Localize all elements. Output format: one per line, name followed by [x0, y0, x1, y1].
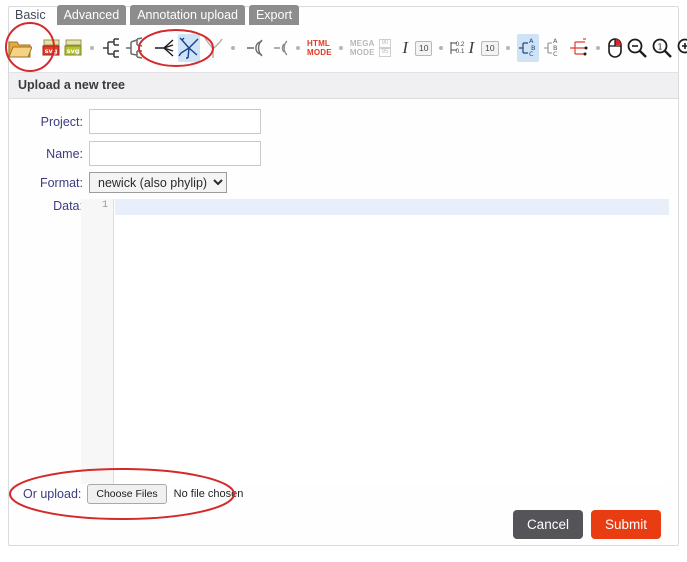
leaf-font-style-italic[interactable]: I [401, 34, 409, 62]
html-mode-toggle[interactable]: HTML MODE [307, 34, 332, 62]
branch-length-toggle[interactable]: 0.2 0.1 [450, 34, 465, 62]
svg-green-label: svg [67, 47, 80, 55]
cancel-button[interactable]: Cancel [512, 510, 583, 539]
circular-tree-icon[interactable] [242, 34, 264, 62]
branch-font-style-italic[interactable]: I [468, 34, 476, 62]
zoom-out-icon[interactable] [626, 34, 648, 62]
branch-font-size[interactable]: 10 [478, 34, 499, 62]
project-label: Project: [40, 114, 83, 129]
open-folder-icon[interactable] [8, 34, 32, 62]
unrooted-tree-icon[interactable] [178, 34, 200, 62]
name-label: Name: [46, 146, 83, 161]
tab-advanced[interactable]: Advanced [56, 5, 127, 25]
field-row-format: Format: newick (also phylip) [17, 172, 227, 193]
slanted-tree-icon[interactable] [124, 34, 144, 62]
field-row-project: Project: [17, 109, 261, 134]
leaf-font-size-value: 10 [414, 40, 433, 56]
format-select[interactable]: newick (also phylip) [89, 172, 227, 193]
field-row-name: Name: [17, 141, 261, 166]
tab-basic[interactable]: Basic [8, 5, 53, 25]
editor-active-line [115, 199, 669, 215]
mega-mode-toggle[interactable]: MEGA MODE 90 95 [350, 34, 392, 62]
zoom-reset-icon[interactable]: 1 [651, 34, 673, 62]
leaf-font-size[interactable]: 10 [412, 34, 433, 62]
branch-italic-label: I [468, 38, 475, 57]
branch-length-bottom: 0.1 [455, 48, 465, 55]
branch-font-size-value: 10 [481, 40, 499, 56]
toolbar-separator-1 [90, 46, 94, 50]
zoom-in-icon[interactable] [676, 34, 687, 62]
html-mode-label-top: HTML [307, 39, 331, 48]
svg-text:C: C [529, 50, 534, 58]
leaf-italic-label: I [402, 38, 408, 57]
radial-tree-icon[interactable] [203, 34, 224, 62]
toolbar-separator-5 [439, 46, 444, 50]
branch-length-top: 0.2 [455, 41, 465, 48]
file-chosen-status: No file chosen [173, 488, 244, 500]
svg-red-label: svg [45, 47, 58, 55]
name-input[interactable] [89, 141, 261, 166]
mouse-mode-icon[interactable] [607, 34, 623, 62]
data-code-editor[interactable]: 1 [81, 199, 669, 484]
tree-toolbar: svg svg HTML MODE MEGA MODE 90 95 I 10 0… [8, 29, 687, 67]
mega-badge-top: 90 [378, 39, 392, 48]
page-title: Upload a new tree [18, 78, 125, 92]
bootstrap-display-icon[interactable] [567, 34, 589, 62]
file-upload-row: Or upload: Choose Files No file chosen [23, 484, 243, 504]
project-input[interactable] [89, 109, 261, 134]
tab-annotation-upload[interactable]: Annotation upload [130, 5, 245, 25]
field-row-data: Data: [17, 199, 89, 213]
rectangular-tree-icon[interactable] [101, 34, 121, 62]
format-label: Format: [39, 175, 83, 190]
export-svg-red-icon[interactable]: svg [42, 34, 61, 62]
unrooted-tree-left-icon[interactable] [154, 34, 175, 62]
choose-files-button[interactable]: Choose Files [87, 484, 167, 504]
toolbar-separator-6 [505, 46, 510, 50]
mega-mode-label-top: MEGA [349, 39, 375, 48]
toolbar-separator-3 [296, 46, 300, 50]
page-root: Basic Advanced Annotation upload Export … [0, 0, 687, 562]
tab-bar: Basic Advanced Annotation upload Export [8, 5, 300, 27]
editor-gutter: 1 [81, 199, 114, 484]
upload-panel: Upload a new tree Project: Name: Format:… [9, 72, 678, 539]
mega-badge-bottom: 95 [378, 48, 392, 57]
circular-tree-partial-icon[interactable] [267, 34, 289, 62]
form-actions: Cancel Submit [512, 510, 661, 539]
align-labels-icon[interactable]: A B C [516, 34, 539, 62]
mega-mode-label-bottom: MODE [349, 48, 375, 57]
data-label: Data: [53, 199, 83, 213]
html-mode-label-bottom: MODE [307, 48, 332, 57]
editor-line-number: 1 [101, 200, 108, 211]
export-svg-green-icon[interactable]: svg [64, 34, 83, 62]
toolbar-separator-7 [595, 46, 600, 50]
toolbar-separator-2 [231, 46, 235, 50]
submit-button[interactable]: Submit [590, 510, 661, 539]
svg-text:C: C [553, 50, 558, 58]
unalign-labels-icon[interactable]: A B C [542, 34, 564, 62]
tab-export[interactable]: Export [248, 5, 300, 25]
zoom-reset-label: 1 [657, 42, 662, 51]
toolbar-separator-4 [338, 46, 343, 50]
upload-label: Or upload: [23, 487, 82, 501]
